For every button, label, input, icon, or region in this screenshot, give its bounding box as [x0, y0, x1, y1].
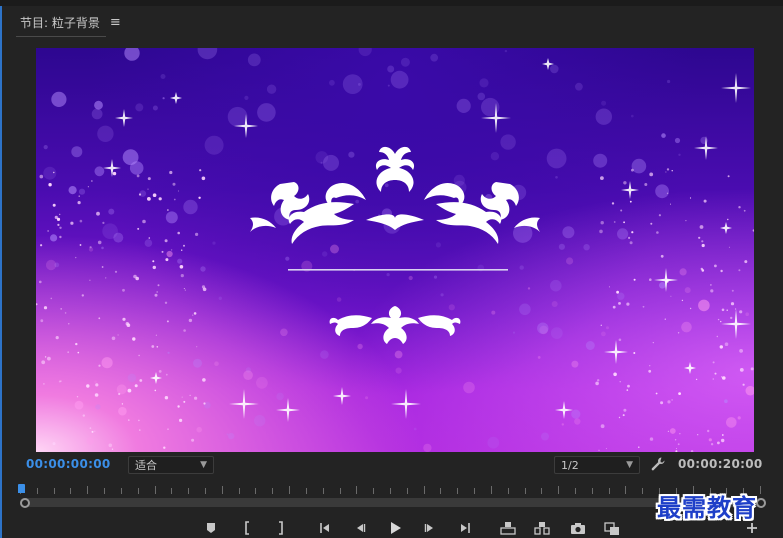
panel-title[interactable]: 节目: 粒子背景 — [20, 14, 100, 31]
current-timecode[interactable]: 00:00:00:00 — [26, 457, 111, 471]
top-ornament — [250, 146, 540, 244]
mark-out-icon — [279, 521, 283, 535]
watermark-logo: 最需教育 — [657, 493, 757, 522]
ruler-tick — [238, 488, 240, 494]
ruler-tick — [120, 488, 122, 494]
ruler-tick — [171, 488, 173, 494]
step-forward-icon — [424, 524, 433, 532]
add-marker-button[interactable] — [201, 518, 221, 538]
ruler-tick — [507, 488, 509, 494]
ruler-tick — [70, 488, 72, 494]
extract-icon — [534, 522, 550, 535]
ruler-tick — [289, 486, 291, 494]
program-monitor-viewport[interactable] — [36, 48, 754, 452]
ruler-tick — [541, 488, 543, 494]
extract-button[interactable] — [532, 518, 552, 538]
ruler-tick — [36, 488, 38, 494]
ruler-tick — [339, 488, 341, 494]
zoom-fit-value: 适合 — [135, 459, 157, 472]
export-frame-button[interactable] — [568, 518, 588, 538]
ruler-tick — [255, 488, 257, 494]
ruler-tick — [490, 486, 492, 494]
ruler-tick — [356, 486, 358, 494]
playback-resolution-select[interactable]: 1/2 ▼ — [554, 456, 640, 474]
zoom-scrollbar-right-handle[interactable] — [756, 498, 766, 508]
lift-icon — [500, 522, 516, 535]
time-ruler[interactable] — [20, 482, 766, 496]
marker-icon — [207, 523, 215, 533]
divider-line — [288, 269, 508, 271]
mark-in-button[interactable] — [238, 518, 258, 538]
ruler-tick — [322, 488, 324, 494]
go-to-out-icon — [461, 523, 470, 533]
ruler-tick — [625, 486, 627, 494]
ruler-tick — [188, 488, 190, 494]
step-back-button[interactable] — [350, 518, 370, 538]
ruler-tick — [221, 486, 223, 494]
play-button[interactable] — [385, 518, 405, 538]
panel-header[interactable]: 节目: 粒子背景 ≡ — [20, 12, 121, 32]
panel-tab-underline — [16, 36, 106, 37]
ruler-tick — [575, 488, 576, 494]
playback-resolution-value: 1/2 — [561, 458, 579, 472]
monitor-controls-row: 00:00:00:00 适合 ▼ 1/2 ▼ 00:00:20:00 — [0, 456, 783, 476]
ruler-tick — [305, 488, 307, 494]
ruler-tick — [457, 488, 459, 494]
chevron-down-icon: ▼ — [626, 460, 633, 470]
lift-button[interactable] — [498, 518, 518, 538]
ruler-tick — [524, 488, 526, 494]
compare-view-button[interactable] — [602, 518, 622, 538]
ruler-tick — [205, 488, 206, 494]
step-forward-button[interactable] — [420, 518, 440, 538]
ruler-tick — [154, 486, 156, 494]
zoom-scrollbar[interactable] — [20, 498, 766, 507]
camera-icon — [571, 523, 585, 534]
go-to-in-button[interactable] — [315, 518, 335, 538]
ruler-tick — [137, 488, 139, 494]
mark-in-icon — [245, 521, 249, 535]
go-to-in-icon — [320, 523, 329, 533]
playhead-handle[interactable] — [18, 484, 25, 493]
ruler-tick — [423, 486, 425, 494]
ruler-tick — [390, 488, 391, 494]
ruler-tick — [474, 488, 476, 494]
go-to-out-button[interactable] — [455, 518, 475, 538]
ruler-tick — [272, 488, 274, 494]
ruler-tick — [87, 486, 89, 494]
zoom-scrollbar-left-handle[interactable] — [20, 498, 30, 508]
wrench-icon[interactable] — [650, 456, 668, 474]
zoom-fit-select[interactable]: 适合 ▼ — [128, 456, 214, 474]
ornament-overlay — [250, 146, 540, 344]
ruler-tick — [373, 488, 375, 494]
ruler-tick — [591, 488, 593, 494]
ruler-tick — [760, 486, 761, 494]
ruler-tick — [406, 488, 408, 494]
step-back-icon — [357, 524, 366, 532]
ruler-tick — [104, 488, 106, 494]
ruler-tick — [608, 488, 610, 494]
compare-icon — [604, 522, 619, 535]
ruler-tick — [440, 488, 442, 494]
play-icon — [391, 522, 401, 534]
bottom-ornament — [329, 306, 461, 344]
mark-out-button[interactable] — [270, 518, 290, 538]
ruler-tick — [642, 488, 644, 494]
hamburger-icon[interactable]: ≡ — [110, 15, 121, 30]
ruler-tick — [558, 486, 560, 494]
duration-timecode: 00:00:20:00 — [678, 457, 763, 471]
chevron-down-icon: ▼ — [200, 460, 207, 470]
ruler-tick — [53, 488, 55, 494]
